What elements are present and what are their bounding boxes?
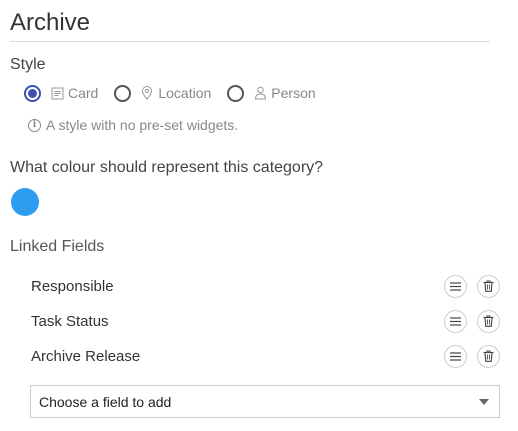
menu-lines-icon [450,281,461,291]
linked-fields-label: Linked Fields [10,238,105,255]
reorder-button[interactable] [444,344,467,368]
trash-icon [483,315,494,327]
reorder-button[interactable] [444,309,467,333]
colour-question: What colour should represent this catego… [10,159,324,176]
trash-icon [483,280,494,292]
person-icon [254,86,268,100]
style-info: i A style with no pre-set widgets. [28,117,238,133]
delete-field-button[interactable] [477,344,500,368]
style-radio-card[interactable] [24,84,41,102]
style-radio-location[interactable] [114,84,132,102]
location-pin-icon [141,86,155,100]
trash-icon [483,350,494,362]
card-icon [51,86,65,100]
reorder-button[interactable] [444,274,467,298]
info-icon: i [28,118,41,132]
style-option-location-label: Location [158,85,212,101]
style-option-person-label: Person [271,85,316,101]
delete-field-button[interactable] [477,274,500,298]
linked-field-name: Task Status [31,312,109,330]
style-option-card-label: Card [68,85,99,101]
add-field-select[interactable]: Choose a field to add [30,385,500,418]
linked-field-name: Archive Release [31,347,141,365]
linked-field-name: Responsible [31,277,114,295]
linked-field-row: Archive Release [31,344,500,368]
dropdown-arrow-icon [479,399,489,405]
menu-lines-icon [450,351,461,361]
linked-field-row: Task Status [31,309,500,333]
style-radio-group: Card Location Person [24,83,316,103]
page-title: Archive [10,9,91,36]
title-divider [10,41,490,42]
delete-field-button[interactable] [477,309,500,333]
linked-field-row: Responsible [31,274,500,298]
style-radio-person[interactable] [227,84,245,102]
add-field-select-value: Choose a field to add [39,393,172,410]
style-section-label: Style [10,56,46,73]
style-info-text: A style with no pre-set widgets. [46,117,239,133]
colour-picker-swatch[interactable] [11,188,39,216]
menu-lines-icon [450,316,461,326]
